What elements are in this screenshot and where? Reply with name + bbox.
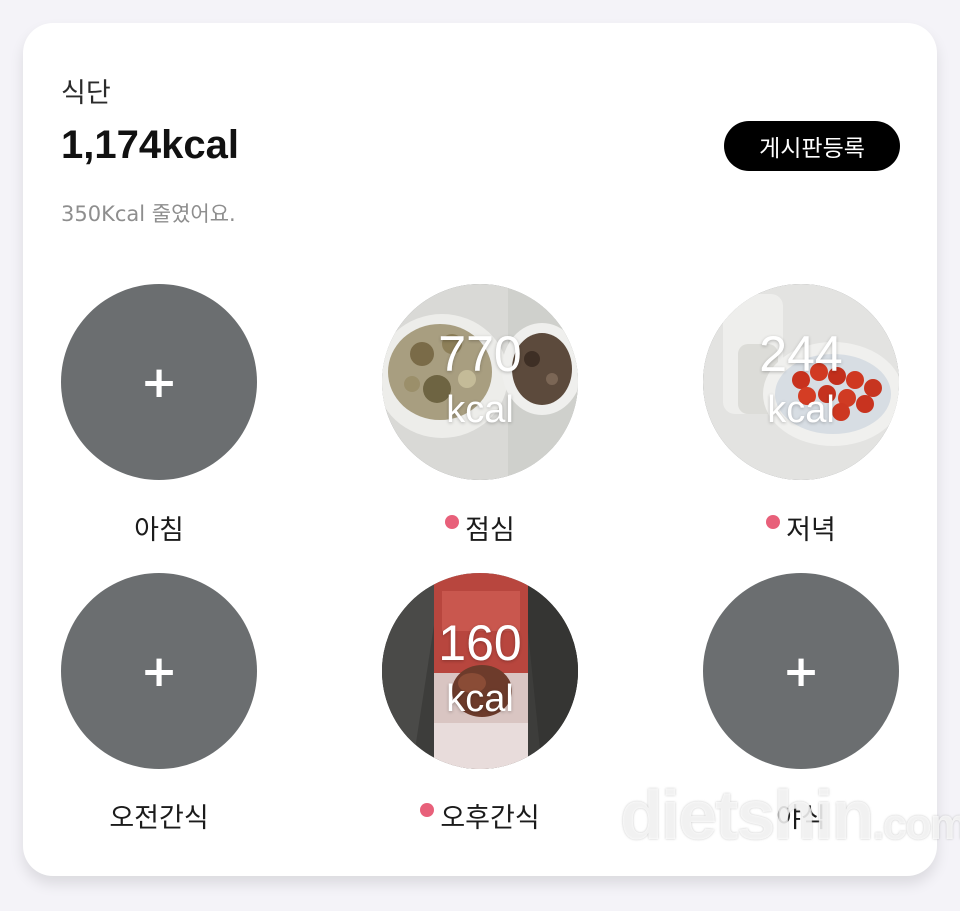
logged-dot <box>420 803 435 817</box>
meal-dinner: 244 kcal 저녁 <box>703 284 899 546</box>
afternoon-snack-photo-button[interactable]: 160 kcal <box>382 573 578 769</box>
logged-dot <box>445 515 460 529</box>
dinner-kcal-unit: kcal <box>767 389 835 431</box>
reduced-kcal-text: 350Kcal 줄였어요. <box>61 202 236 226</box>
meal-label-row: 오후간식 <box>382 796 578 835</box>
dinner-kcal-overlay: 244 kcal <box>703 326 899 432</box>
meal-late-night: + 야식 <box>703 573 899 834</box>
logged-dot <box>766 515 781 529</box>
add-breakfast-button[interactable]: + <box>61 284 257 480</box>
meal-label: 아침 <box>134 515 184 546</box>
meal-label-row: 저녁 <box>703 508 899 547</box>
lunch-photo-button[interactable]: 770 kcal <box>382 284 578 480</box>
plus-icon: + <box>782 645 820 697</box>
watermark-main: dietshin <box>620 776 874 854</box>
plus-icon: + <box>140 356 178 408</box>
afternoon-snack-kcal-overlay: 160 kcal <box>382 615 578 721</box>
lunch-kcal-unit: kcal <box>446 389 514 431</box>
meal-afternoon-snack: 160 kcal 오후간식 <box>382 573 578 834</box>
add-morning-snack-button[interactable]: + <box>61 573 257 769</box>
meal-label: 오후간식 <box>440 803 540 834</box>
meal-label: 점심 <box>465 515 515 546</box>
plus-icon: + <box>140 645 178 697</box>
dietshin-watermark: dietshin.com <box>620 775 960 855</box>
dinner-photo-button[interactable]: 244 kcal <box>703 284 899 480</box>
watermark-suffix: .com <box>872 800 960 849</box>
afternoon-snack-kcal-unit: kcal <box>446 678 514 720</box>
meal-morning-snack: + 오전간식 <box>61 573 257 834</box>
dinner-kcal-value: 244 <box>759 326 843 382</box>
afternoon-snack-kcal-value: 160 <box>438 615 522 671</box>
post-to-board-button[interactable]: 게시판등록 <box>724 121 900 171</box>
diet-card: 식단 1,174kcal 게시판등록 350Kcal 줄였어요. + 아침 77… <box>23 23 937 876</box>
total-kcal: 1,174kcal <box>61 123 239 167</box>
add-late-night-button[interactable]: + <box>703 573 899 769</box>
meal-label-row: 점심 <box>382 508 578 547</box>
section-label: 식단 <box>61 78 111 109</box>
meal-label: 저녁 <box>786 515 836 546</box>
meal-lunch: 770 kcal 점심 <box>382 284 578 546</box>
lunch-kcal-overlay: 770 kcal <box>382 326 578 432</box>
meal-label: 오전간식 <box>109 803 209 834</box>
meal-breakfast: + 아침 <box>61 284 257 546</box>
lunch-kcal-value: 770 <box>438 326 522 382</box>
